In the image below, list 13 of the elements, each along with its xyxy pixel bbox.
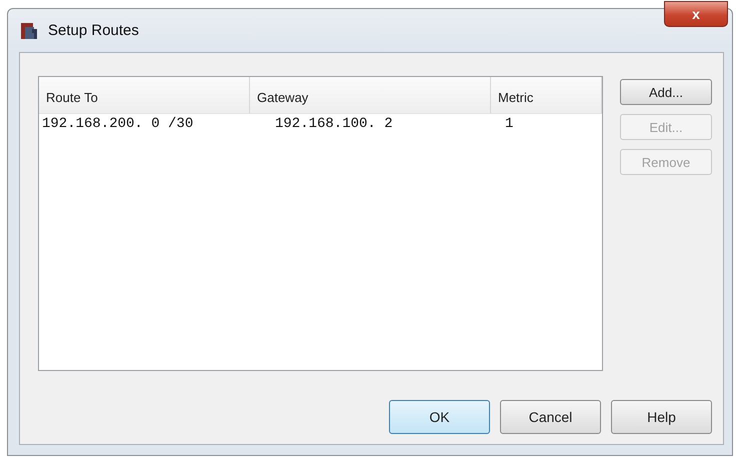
column-header[interactable]: Route To [39, 77, 250, 114]
table-cell-text: 192.168.200. 0 /30 [41, 116, 194, 132]
column-header[interactable]: Metric [491, 77, 602, 114]
close-button[interactable]: x [664, 1, 728, 27]
side-button[interactable]: Add... [620, 79, 712, 105]
dialog-button[interactable]: Help [611, 400, 712, 434]
window-title: Setup Routes [48, 22, 139, 39]
table-cell-text: 1 [504, 116, 514, 132]
dialog-button[interactable]: OK [389, 400, 490, 434]
table-cell-text: 192.168.100. 2 [274, 116, 394, 132]
column-header[interactable]: Gateway [250, 77, 491, 114]
dialog-button[interactable]: Cancel [500, 400, 601, 434]
app-logo-icon [20, 20, 40, 40]
